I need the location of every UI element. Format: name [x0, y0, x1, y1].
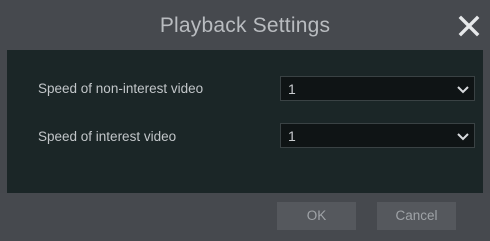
chevron-down-icon [457, 133, 469, 141]
close-icon[interactable] [455, 12, 483, 40]
interest-speed-select[interactable]: 1 [280, 123, 475, 148]
non-interest-speed-value: 1 [288, 81, 296, 97]
interest-speed-value: 1 [288, 128, 296, 144]
settings-panel: Speed of non-interest video 1 Speed of i… [7, 50, 483, 193]
cancel-button[interactable]: Cancel [377, 202, 456, 230]
close-button[interactable] [455, 12, 483, 40]
interest-speed-label: Speed of interest video [38, 129, 177, 144]
non-interest-speed-select[interactable]: 1 [280, 76, 475, 101]
dialog-titlebar: Playback Settings [0, 0, 490, 50]
non-interest-speed-label: Speed of non-interest video [38, 81, 204, 96]
chevron-down-icon [457, 86, 469, 94]
playback-settings-dialog: Playback Settings Speed of non-interest … [0, 0, 490, 241]
ok-button[interactable]: OK [277, 202, 356, 230]
dialog-title: Playback Settings [159, 14, 331, 37]
